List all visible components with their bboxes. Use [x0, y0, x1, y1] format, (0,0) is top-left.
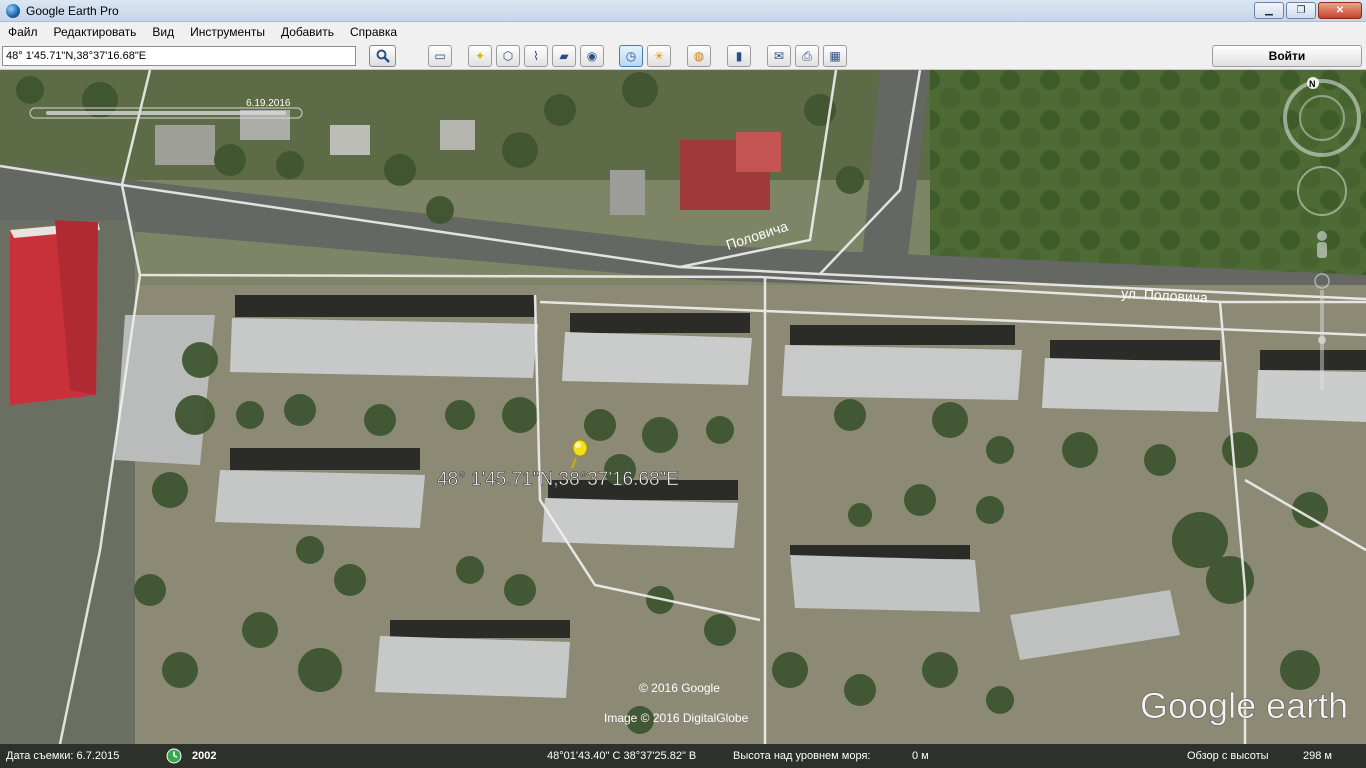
placemark-icon: ✦ [474, 49, 486, 63]
time-slider-date: 6.19.2016 [246, 98, 291, 109]
email-button[interactable]: ✉ [767, 45, 791, 67]
street-label-long: ул. Половича [1121, 285, 1209, 306]
svg-text:© 2016 Google: © 2016 Google [639, 681, 720, 695]
sidebar-icon: ▭ [434, 49, 446, 63]
toolbar: ▭ ✦ ⬡ ⌇ ▰ ◉ ◷ ☀ ◍ ▮ ✉ ⎙ ▦ Войти [0, 42, 1366, 70]
svg-text:48° 1'45.71"N,38°37'16.68"E: 48° 1'45.71"N,38°37'16.68"E [437, 469, 679, 490]
navigation-controls[interactable]: N [1280, 76, 1366, 406]
add-path-button[interactable]: ⌇ [524, 45, 548, 67]
placemark-label[interactable]: 48° 1'45.71"N,38°37'16.68"E [432, 463, 742, 493]
zoom-slider[interactable] [1314, 273, 1330, 390]
cursor-coordinates: 48°01'43.40" С 38°37'25.82" В [547, 750, 697, 762]
historical-imagery-button[interactable]: ◷ [619, 45, 643, 67]
satellite-imagery[interactable] [0, 70, 1366, 744]
svg-text:Image © 2016 DigitalGlobe: Image © 2016 DigitalGlobe [604, 711, 749, 725]
menu-bar: Файл Редактировать Вид Инструменты Добав… [0, 22, 1366, 42]
ruler-icon: ▮ [735, 49, 743, 63]
capture-date: Дата съемки: 6.7.2015 [6, 750, 120, 762]
window-title: Google Earth Pro [26, 3, 119, 18]
compass-north-label: N [1309, 79, 1316, 89]
signin-button[interactable]: Войти [1212, 45, 1362, 67]
polygon-icon: ⬡ [502, 49, 514, 63]
tour-icon: ◉ [586, 49, 598, 63]
history-year[interactable]: 2002 [192, 750, 216, 762]
status-bar: Дата съемки: 6.7.2015 2002 48°01'43.40" … [0, 744, 1366, 768]
menu-tools[interactable]: Инструменты [182, 25, 273, 39]
search-input[interactable] [2, 46, 356, 66]
menu-edit[interactable]: Редактировать [46, 25, 145, 39]
street-view-pegman-icon[interactable] [1317, 231, 1327, 258]
close-button[interactable]: ✕ [1318, 2, 1362, 19]
menu-add[interactable]: Добавить [273, 25, 342, 39]
path-icon: ⌇ [533, 49, 539, 63]
map-view[interactable]: 6.19.2016 Половича ул. Половича 48° 1'45… [0, 70, 1366, 744]
window-controls: ▁ ❐ ✕ [1254, 2, 1362, 19]
google-earth-icon [6, 3, 20, 18]
maps-icon: ▦ [829, 49, 841, 63]
view-in-maps-button[interactable]: ▦ [823, 45, 847, 67]
title-bar: Google Earth Pro ▁ ❐ ✕ [0, 0, 1366, 22]
sun-icon: ☀ [653, 49, 665, 63]
sidebar-toggle-button[interactable]: ▭ [428, 45, 452, 67]
copyright-notice: © 2016 Google Image © 2016 DigitalGlobe [604, 681, 749, 725]
minimize-button[interactable]: ▁ [1254, 2, 1284, 19]
svg-text:Google earth: Google earth [1140, 685, 1348, 726]
search-button[interactable] [369, 45, 396, 67]
look-joystick[interactable] [1297, 166, 1347, 216]
search-icon [376, 49, 390, 63]
street-label-short: Половича [724, 218, 790, 253]
historical-clock-icon[interactable] [166, 748, 182, 767]
elevation-value: 0 м [912, 750, 929, 762]
svg-text:ул. Половича: ул. Половича [1121, 285, 1209, 306]
add-overlay-button[interactable]: ▰ [552, 45, 576, 67]
sunlight-button[interactable]: ☀ [647, 45, 671, 67]
menu-file[interactable]: Файл [0, 25, 46, 39]
compass-ring[interactable]: N [1283, 77, 1361, 157]
email-icon: ✉ [773, 49, 785, 63]
eye-altitude-value: 298 м [1303, 750, 1332, 762]
print-icon: ⎙ [802, 48, 812, 63]
elevation-label: Высота над уровнем моря: [733, 750, 871, 762]
google-earth-logo: Google earth [1140, 685, 1349, 727]
eye-altitude-label: Обзор с высоты [1187, 750, 1269, 762]
print-button[interactable]: ⎙ [795, 45, 819, 67]
svg-text:Половича: Половича [724, 218, 790, 253]
restore-button[interactable]: ❐ [1286, 2, 1316, 19]
record-tour-button[interactable]: ◉ [580, 45, 604, 67]
add-polygon-button[interactable]: ⬡ [496, 45, 520, 67]
ruler-button[interactable]: ▮ [727, 45, 751, 67]
time-slider[interactable]: 6.19.2016 [28, 92, 308, 122]
clock-icon: ◷ [625, 49, 637, 63]
menu-help[interactable]: Справка [342, 25, 405, 39]
overlay-icon: ▰ [559, 49, 569, 63]
menu-view[interactable]: Вид [144, 25, 182, 39]
switch-planet-button[interactable]: ◍ [687, 45, 711, 67]
planet-icon: ◍ [693, 49, 705, 63]
add-placemark-button[interactable]: ✦ [468, 45, 492, 67]
